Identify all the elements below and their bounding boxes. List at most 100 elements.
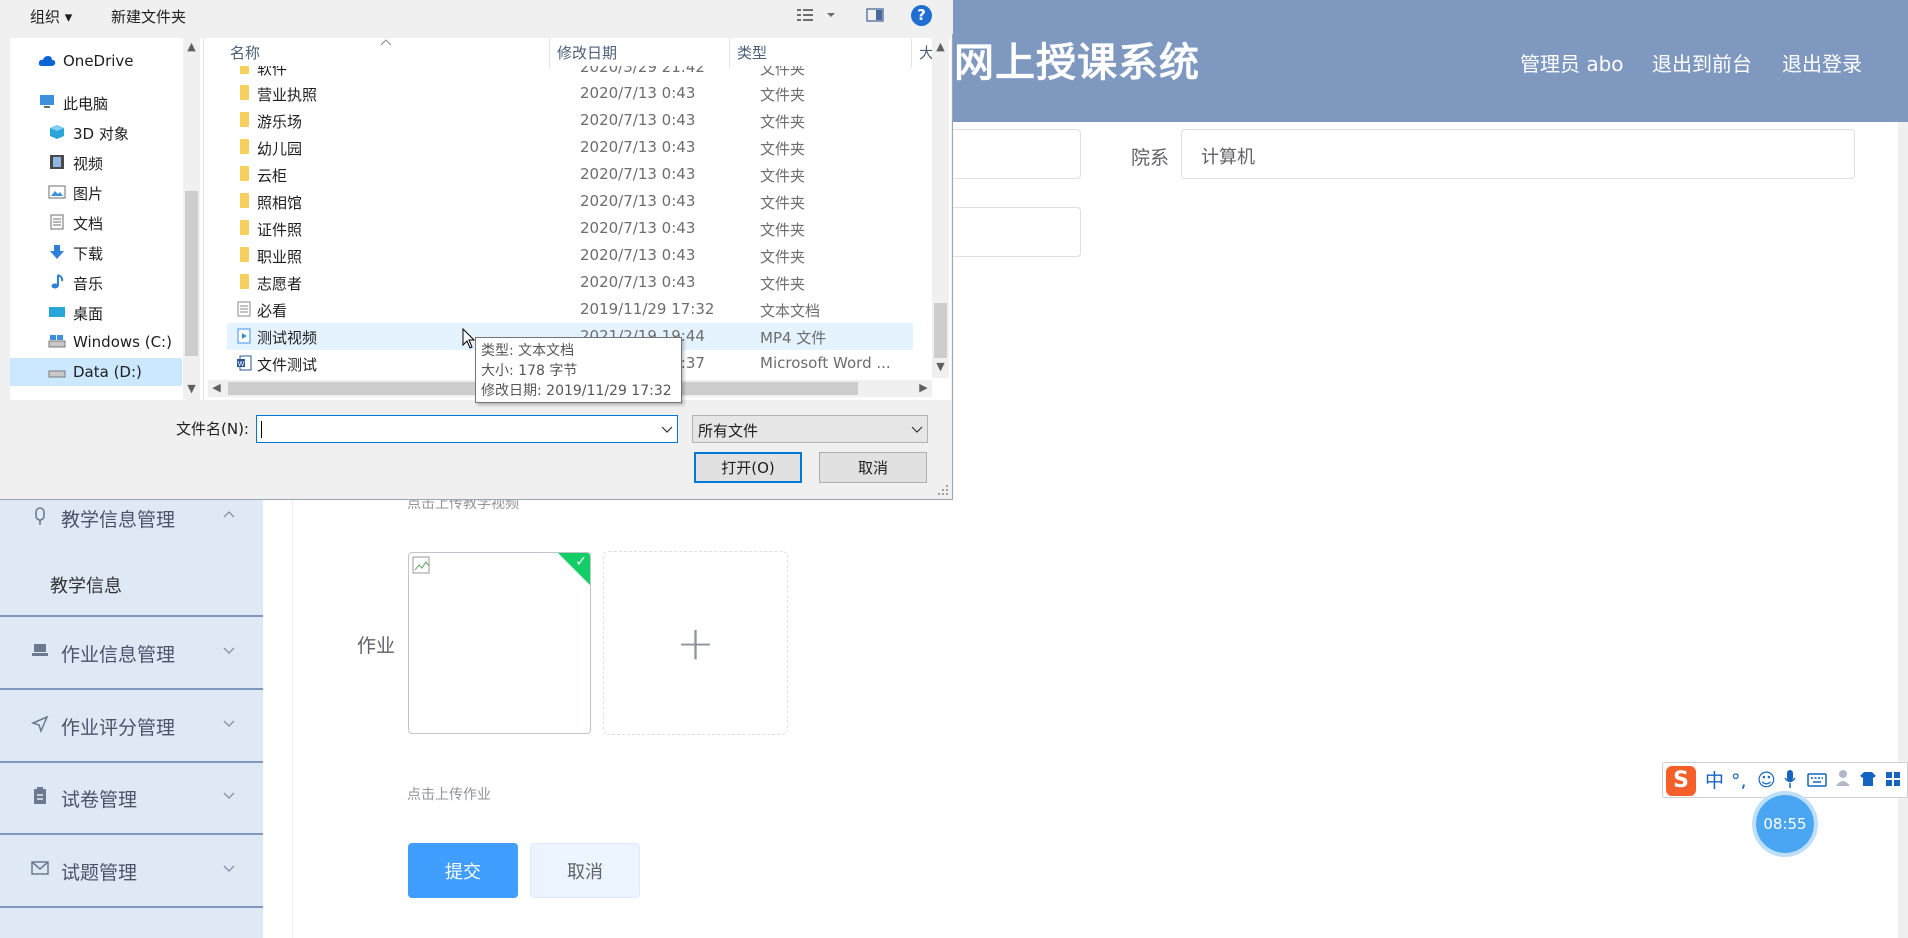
file-row[interactable]: 幼儿园 2020/7/13 0:43 文件夹: [227, 134, 913, 161]
nav-item-label: 音乐: [73, 275, 104, 293]
sidebar-group-question-management[interactable]: 试题管理: [0, 836, 263, 906]
film-icon: [50, 155, 64, 169]
file-row[interactable]: 必看 2019/11/29 17:32 文本文档: [227, 296, 913, 323]
ime-toolbar[interactable]: S 中 °, ☺: [1662, 762, 1908, 798]
tooltip-modified: 修改日期: 2019/11/29 17:32: [481, 383, 672, 399]
dept-input[interactable]: 计算机: [1181, 129, 1855, 179]
homework-thumbnail[interactable]: ✓: [408, 552, 591, 734]
nav-item-this-pc[interactable]: 此电脑: [10, 88, 182, 116]
nav-pane-scrollbar[interactable]: ▲ ▼: [183, 38, 200, 400]
emoji-icon[interactable]: ☺: [1757, 769, 1776, 793]
file-row[interactable]: 职业照 2020/7/13 0:43 文件夹: [227, 242, 913, 269]
file-row[interactable]: 营业执照 2020/7/13 0:43 文件夹: [227, 80, 913, 107]
scroll-up-arrow-icon[interactable]: ▲: [932, 41, 949, 53]
exit-to-front-link[interactable]: 退出到前台: [1652, 48, 1752, 77]
file-row[interactable]: 证件照 2020/7/13 0:43 文件夹: [227, 215, 913, 242]
homework-upload-hint: 点击上传作业: [407, 787, 491, 803]
cancel-button[interactable]: 取消: [530, 843, 640, 898]
ime-language-toggle[interactable]: 中: [1705, 769, 1724, 793]
help-icon[interactable]: ?: [911, 5, 932, 26]
view-options-icon[interactable]: [797, 7, 837, 27]
nav-item-label: 桌面: [73, 305, 104, 323]
scroll-up-arrow-icon[interactable]: ▲: [183, 41, 200, 53]
folder-icon: [240, 85, 249, 100]
sidebar-group-homework-grading[interactable]: 作业评分管理: [0, 691, 263, 761]
nav-item-drive-c[interactable]: Windows (C:): [10, 328, 182, 356]
file-date: 2020/7/13 0:43: [580, 138, 696, 156]
file-row[interactable]: 照相馆 2020/7/13 0:43 文件夹: [227, 188, 913, 215]
chevron-down-icon: [223, 792, 235, 799]
microphone-icon: [30, 507, 50, 527]
user-icon[interactable]: [1835, 769, 1851, 793]
ime-punctuation-toggle[interactable]: °,: [1731, 769, 1747, 793]
nav-item-drive-d[interactable]: Data (D:): [10, 358, 182, 386]
folder-icon: [240, 112, 249, 127]
skin-shirt-icon[interactable]: [1859, 769, 1877, 793]
submit-button[interactable]: 提交: [408, 843, 518, 898]
file-row[interactable]: 志愿者 2020/7/13 0:43 文件夹: [227, 269, 913, 296]
app-title: 网上授课系统: [954, 40, 1200, 86]
scroll-left-arrow-icon[interactable]: ◀: [208, 382, 225, 394]
file-row[interactable]: 云柜 2020/7/13 0:43 文件夹: [227, 161, 913, 188]
column-type[interactable]: 类型: [737, 42, 767, 63]
file-list-scrollbar[interactable]: ▲ ▼: [932, 38, 949, 378]
nav-item-documents[interactable]: 文档: [10, 208, 182, 236]
filename-input[interactable]: [256, 415, 678, 443]
file-row[interactable]: 软件 2020/3/29 21:42 文件夹: [227, 66, 913, 81]
plus-icon: +: [676, 616, 715, 670]
sort-ascending-icon: [380, 39, 392, 46]
sogou-ime-logo: S: [1666, 766, 1696, 796]
scroll-right-arrow-icon[interactable]: ▶: [915, 382, 932, 394]
nav-item-3d-objects[interactable]: 3D 对象: [10, 118, 182, 146]
file-row[interactable]: 游乐场 2020/7/13 0:43 文件夹: [227, 107, 913, 134]
file-list: 软件 2020/3/29 21:42 文件夹 营业执照 2020/7/13 0:43 文…: [204, 66, 934, 378]
organize-menu[interactable]: 组织 ▾: [30, 6, 72, 27]
file-type: 文本文档: [760, 302, 821, 320]
file-name: 照相馆: [257, 194, 303, 212]
nav-item-label: 文档: [73, 215, 104, 233]
cube-icon: [50, 125, 64, 139]
nav-item-pictures[interactable]: 图片: [10, 178, 182, 206]
nav-item-label: Data (D:): [73, 363, 142, 381]
microphone-icon[interactable]: [1783, 769, 1797, 795]
sidebar-group-homework-info[interactable]: 作业信息管理: [0, 618, 263, 688]
preview-pane-icon[interactable]: [866, 7, 884, 27]
nav-item-downloads[interactable]: 下载: [10, 238, 182, 266]
admin-user-link[interactable]: 管理员 abo: [1520, 48, 1624, 77]
broken-image-icon: [412, 556, 430, 574]
logout-link[interactable]: 退出登录: [1782, 48, 1862, 77]
nav-item-label: 3D 对象: [73, 125, 129, 143]
file-date: 2020/7/13 0:43: [580, 84, 696, 102]
drive-icon: [48, 370, 66, 378]
chevron-down-icon: [223, 720, 235, 727]
dialog-cancel-button[interactable]: 取消: [819, 452, 927, 483]
sidebar-item-teaching-info[interactable]: 教学信息: [50, 572, 122, 598]
page-scrollbar[interactable]: [1898, 122, 1908, 938]
homework-upload-button[interactable]: +: [603, 551, 788, 735]
file-name: 文件测试: [257, 356, 318, 374]
sidebar-group-label: 作业信息管理: [61, 644, 176, 666]
laptop-icon: [30, 642, 50, 662]
nav-item-music[interactable]: 音乐: [10, 268, 182, 296]
keyboard-icon[interactable]: [1807, 769, 1827, 793]
floating-clock-widget[interactable]: 08:55: [1756, 795, 1814, 853]
file-type: 文件夹: [760, 86, 806, 104]
column-name[interactable]: 名称: [230, 42, 260, 63]
cloud-icon: [38, 56, 56, 66]
scroll-down-arrow-icon[interactable]: ▼: [183, 383, 200, 395]
nav-item-label: 图片: [73, 185, 104, 203]
nav-item-videos[interactable]: 视频: [10, 148, 182, 176]
new-folder-button[interactable]: 新建文件夹: [111, 6, 186, 27]
file-type-filter-select[interactable]: 所有文件: [692, 415, 928, 443]
download-icon: [50, 245, 64, 259]
column-modified[interactable]: 修改日期: [557, 42, 617, 63]
nav-item-desktop[interactable]: 桌面: [10, 298, 182, 326]
file-type: 文件夹: [760, 221, 806, 239]
scroll-down-arrow-icon[interactable]: ▼: [932, 361, 949, 373]
resize-grip-icon[interactable]: [937, 484, 949, 496]
open-button[interactable]: 打开(O): [694, 452, 802, 483]
toolbox-grid-icon[interactable]: [1885, 769, 1901, 793]
nav-item-onedrive[interactable]: OneDrive: [10, 47, 182, 75]
sidebar-group-paper-management[interactable]: 试卷管理: [0, 763, 263, 833]
chevron-down-icon[interactable]: [661, 426, 673, 434]
